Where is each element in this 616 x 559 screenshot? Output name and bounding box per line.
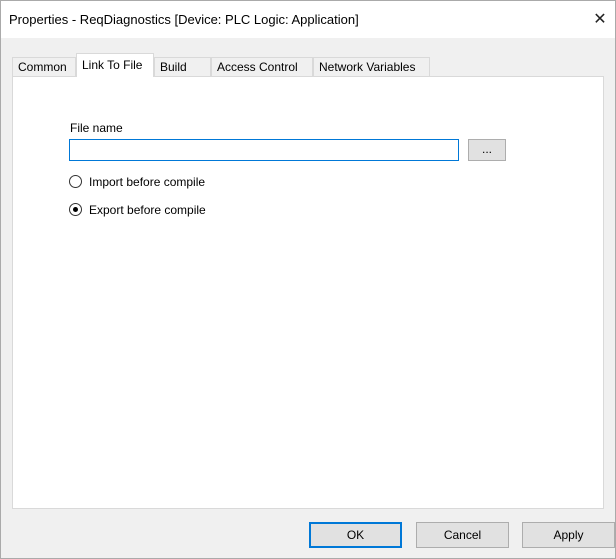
export-radio[interactable]: [69, 203, 82, 216]
radio-selected-dot: [73, 207, 78, 212]
tab-access-control[interactable]: Access Control: [211, 57, 313, 76]
window-title: Properties - ReqDiagnostics [Device: PLC…: [9, 12, 359, 27]
tab-network-variables[interactable]: Network Variables: [313, 57, 430, 76]
import-radio[interactable]: [69, 175, 82, 188]
title-bar: Properties - ReqDiagnostics [Device: PLC…: [1, 1, 615, 38]
ok-button[interactable]: OK: [309, 522, 402, 548]
import-radio-label: Import before compile: [89, 175, 206, 189]
cancel-button[interactable]: Cancel: [416, 522, 509, 548]
tab-link-to-file[interactable]: Link To File: [76, 53, 154, 77]
link-to-file-panel: File name ... Import before compile Expo…: [12, 76, 604, 509]
browse-button[interactable]: ...: [468, 139, 506, 161]
tab-common[interactable]: Common: [12, 57, 76, 76]
properties-dialog: Properties - ReqDiagnostics [Device: PLC…: [0, 0, 616, 559]
close-icon[interactable]: ✕: [585, 1, 615, 38]
file-name-label: File name: [70, 121, 123, 135]
export-radio-label: Export before compile: [89, 203, 206, 217]
apply-button[interactable]: Apply: [522, 522, 615, 548]
tab-build[interactable]: Build: [154, 57, 211, 76]
file-name-input[interactable]: [69, 139, 459, 161]
